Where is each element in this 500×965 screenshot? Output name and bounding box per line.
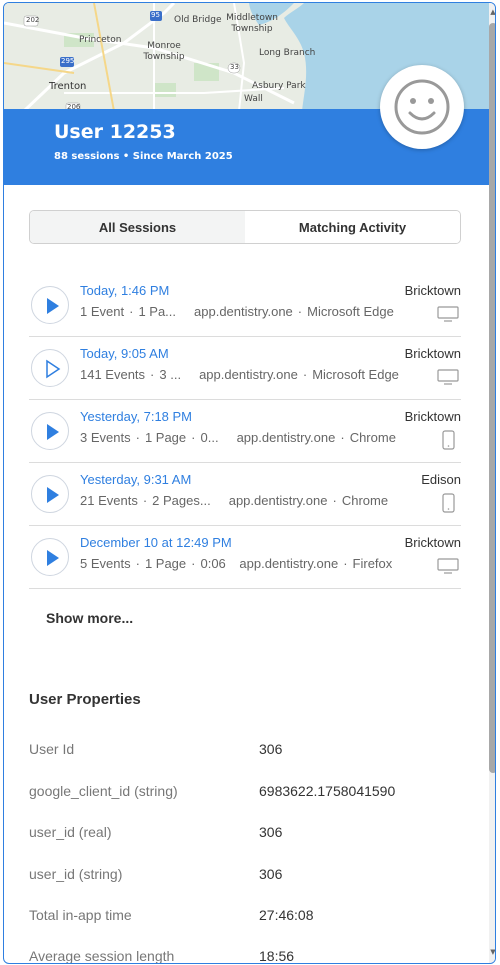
user-profile-panel: 202 95 295 33 206 Princeton Monroe Towns… — [3, 2, 496, 964]
session-domain: app.dentistry.one — [239, 556, 339, 571]
mobile-icon — [442, 493, 455, 513]
session-row[interactable]: Yesterday, 9:31 AM Edison 21 Events · 2 Pa… — [29, 463, 461, 526]
play-icon — [47, 487, 59, 503]
session-browser: Firefox — [352, 556, 393, 571]
property-value: 6983622.1758041590 — [259, 783, 396, 799]
session-meta: 141 Events · 3 ... app.dentistry.one · Micros… — [80, 367, 399, 382]
session-location: Edison — [421, 472, 461, 487]
smiley-face-icon — [394, 79, 450, 135]
property-value: 18:56 — [259, 948, 295, 964]
map-label-monroe: Monroe Township — [143, 41, 185, 62]
play-icon — [47, 424, 59, 440]
session-pages: 1 Pa... — [138, 304, 177, 319]
session-row[interactable]: Yesterday, 7:18 PM Bricktown 3 Events · 1 … — [29, 400, 461, 463]
session-row[interactable]: Today, 9:05 AM Bricktown 141 Events · 3 ..… — [29, 337, 461, 400]
session-domain: app.dentistry.one — [199, 367, 298, 382]
property-key: Average session length — [29, 948, 175, 964]
vertical-scrollbar[interactable]: ▲ ▼ — [489, 3, 495, 963]
session-duration: 0:06 — [200, 556, 226, 571]
play-button[interactable] — [31, 349, 69, 387]
session-browser: Chrome — [341, 493, 389, 508]
route-295-label: 295 — [61, 57, 75, 65]
property-key: google_client_id (string) — [29, 783, 178, 799]
desktop-icon — [437, 369, 459, 385]
property-value: 306 — [259, 824, 283, 840]
session-domain: app.dentistry.one — [194, 304, 293, 319]
session-pages: 2 Pages... — [152, 493, 211, 508]
play-icon — [47, 298, 59, 314]
desktop-icon — [437, 558, 459, 574]
map-label-wall: Wall — [244, 94, 263, 104]
session-location: Bricktown — [404, 535, 461, 550]
tab-all-sessions[interactable]: All Sessions — [30, 211, 245, 243]
desktop-icon — [437, 306, 459, 322]
session-events: 141 Events — [80, 367, 146, 382]
property-value: 306 — [259, 866, 283, 882]
session-pages: 1 Page — [144, 430, 187, 445]
map-label-princeton: Princeton — [79, 35, 122, 45]
mobile-icon — [442, 430, 455, 450]
play-button[interactable] — [31, 475, 69, 513]
session-time[interactable]: Today, 1:46 PM — [80, 283, 169, 298]
session-meta: 1 Event · 1 Pa... app.dentistry.one · Microso… — [80, 304, 394, 319]
property-key: user_id (string) — [29, 866, 123, 882]
route-202-label: 202 — [26, 16, 40, 24]
session-location: Bricktown — [404, 409, 461, 424]
property-key: User Id — [29, 741, 75, 757]
map-label-trenton: Trenton — [49, 81, 87, 92]
session-location: Bricktown — [404, 346, 461, 361]
session-tabs: All Sessions Matching Activity — [29, 210, 461, 244]
session-meta: 3 Events · 1 Page · 0... app.dentistry.one · Ch… — [80, 430, 396, 445]
scrollbar-thumb[interactable] — [489, 23, 495, 773]
map-label-middletown: Middletown Township — [226, 13, 278, 34]
scroll-up-arrow-icon[interactable]: ▲ — [489, 7, 495, 17]
scroll-down-arrow-icon[interactable]: ▼ — [489, 947, 495, 957]
property-key: Total in-app time — [29, 907, 132, 923]
session-browser: Microsoft Edge — [307, 304, 394, 319]
avatar — [380, 65, 464, 149]
map-label-asbury-park: Asbury Park — [252, 81, 306, 91]
session-meta: 5 Events · 1 Page · 0:06 app.dentistry.one · F… — [80, 556, 393, 571]
map-label-long-branch: Long Branch — [259, 48, 316, 58]
session-events: 1 Event — [80, 304, 125, 319]
session-domain: app.dentistry.one — [236, 430, 336, 445]
session-meta: 21 Events · 2 Pages... app.dentistry.one · Ch… — [80, 493, 389, 508]
session-pages: 3 ... — [159, 367, 182, 382]
session-time[interactable]: Yesterday, 7:18 PM — [80, 409, 192, 424]
play-button[interactable] — [31, 538, 69, 576]
session-duration: 0... — [200, 430, 219, 445]
play-button[interactable] — [31, 412, 69, 450]
session-time[interactable]: December 10 at 12:49 PM — [80, 535, 232, 550]
user-title: User 12253 — [54, 121, 176, 143]
session-events: 5 Events — [80, 556, 131, 571]
play-button[interactable] — [31, 286, 69, 324]
user-properties-title: User Properties — [29, 691, 141, 708]
play-icon — [47, 550, 59, 566]
play-outline-icon — [46, 359, 61, 379]
tab-matching-activity[interactable]: Matching Activity — [245, 211, 460, 243]
session-browser: Microsoft Edge — [312, 367, 399, 382]
map-label-old-bridge: Old Bridge — [174, 15, 222, 25]
show-more-link[interactable]: Show more... — [46, 610, 133, 626]
route-95-label: 95 — [151, 11, 160, 19]
session-time[interactable]: Today, 9:05 AM — [80, 346, 169, 361]
session-domain: app.dentistry.one — [228, 493, 328, 508]
property-value: 306 — [259, 741, 283, 757]
property-key: user_id (real) — [29, 824, 112, 840]
session-location: Bricktown — [404, 283, 461, 298]
user-subtitle: 88 sessions • Since March 2025 — [54, 151, 233, 162]
session-row[interactable]: December 10 at 12:49 PM Bricktown 5 Even… — [29, 526, 461, 589]
session-events: 3 Events — [80, 430, 131, 445]
session-row[interactable]: Today, 1:46 PM Bricktown 1 Event · 1 Pa...… — [29, 274, 461, 337]
session-events: 21 Events — [80, 493, 138, 508]
session-time[interactable]: Yesterday, 9:31 AM — [80, 472, 191, 487]
session-browser: Chrome — [349, 430, 396, 445]
session-pages: 1 Page — [144, 556, 187, 571]
route-33-label: 33 — [230, 63, 239, 71]
property-value: 27:46:08 — [259, 907, 314, 923]
